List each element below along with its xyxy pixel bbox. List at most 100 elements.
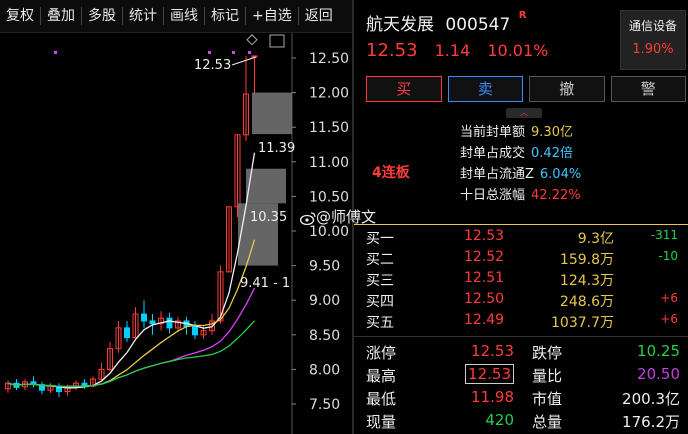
seal-row: 当前封单额 9.30亿 [460, 122, 581, 143]
kline-chart[interactable]: 12.50 12.00 11.50 11.00 10.50 10.00 9.50 9.00 8.… [0, 33, 352, 434]
signal-marker [208, 51, 211, 54]
bid-volume: 248.6万 [559, 294, 614, 310]
toolbar-mark-button[interactable]: 标记 [205, 0, 245, 32]
total-volume-value: 176.2万 [622, 413, 680, 431]
y-axis-tick-label: 11.00 [309, 155, 349, 171]
stats-divider [354, 336, 688, 337]
stock-code: 000547 [445, 15, 511, 35]
bid-volume: 159.8万 [559, 252, 614, 268]
order-book-row[interactable]: 买五 12.49 1037.7万 +6 [354, 310, 688, 331]
y-axis-tick-label: 12.00 [309, 86, 349, 102]
weibo-icon [299, 211, 316, 225]
seal-row: 封单占成交 0.42倍 [460, 143, 581, 164]
bid-price: 12.51 [464, 270, 505, 286]
current-volume-value: 420 [485, 411, 514, 429]
bid-label: 买二 [366, 252, 394, 268]
panel-toggle-icon [269, 34, 285, 48]
stats-row: 涨停 12.53 跌停 10.25 [354, 339, 688, 362]
price-row: 12.53 1.14 10.01% [366, 40, 560, 61]
collapse-toggle[interactable]: ︿ [506, 108, 542, 118]
ma30-line [7, 320, 255, 388]
seal-row: 封单占流通Z 6.04% [460, 164, 581, 185]
annotation-mid1: 11.39 [258, 141, 295, 156]
toolbar-draw-button[interactable]: 画线 [164, 0, 204, 32]
market-cap-value: 200.3亿 [622, 390, 680, 408]
sector-name: 通信设备 [628, 19, 677, 33]
y-axis-tick-label: 8.50 [309, 328, 340, 344]
candle-body [149, 320, 156, 325]
candle-body [166, 317, 173, 329]
bid-label: 买五 [366, 315, 394, 331]
chart-toolbar: 复权 叠加 多股 统计 画线 标记 +自选 返回 [0, 0, 352, 33]
order-book-row[interactable]: 买三 12.51 124.3万 [354, 268, 688, 289]
market-cap-label: 市值 [532, 390, 563, 408]
toolbar-stats-button[interactable]: 统计 [123, 0, 163, 32]
book-divider [354, 224, 688, 225]
buy-button[interactable]: 买 [366, 76, 442, 102]
range-box [246, 168, 286, 204]
order-book-row[interactable]: 买一 12.53 9.3亿 -311 [354, 226, 688, 247]
order-book-row[interactable]: 买二 12.52 159.8万 -10 [354, 247, 688, 268]
quote-stats: 涨停 12.53 跌停 10.25 最高 12.53 量比 20.50 最低 1… [354, 339, 688, 431]
chevron-up-icon: ︿ [520, 108, 528, 117]
seal-vs-float-label: 封单占流通Z [460, 167, 534, 182]
sell-button[interactable]: 卖 [447, 76, 523, 102]
y-axis-tick-label: 12.50 [309, 51, 349, 67]
order-book: 买一 12.53 9.3亿 -311 买二 12.52 159.8万 -10 买… [354, 226, 688, 331]
toolbar-multi-stock-button[interactable]: 多股 [82, 0, 122, 32]
toolbar-adjust-button[interactable]: 复权 [0, 0, 40, 32]
seal-amount-value: 9.30亿 [531, 125, 573, 140]
stats-row: 最高 12.53 量比 20.50 [354, 362, 688, 385]
bid-label: 买三 [366, 273, 394, 289]
sector-tag[interactable]: 通信设备 1.90% [620, 10, 686, 70]
current-volume-label: 现量 [366, 413, 397, 431]
annotation-high: 12.53 [194, 58, 231, 73]
toolbar-back-button[interactable]: 返回 [299, 0, 339, 32]
trade-actions: 买 卖 撤 警 [366, 76, 686, 102]
rights-flag: R [518, 10, 527, 21]
bid-change: -311 [650, 228, 678, 242]
ten-day-gain-label: 十日总涨幅 [460, 188, 526, 203]
bid-change: +6 [660, 291, 678, 305]
candle-body [141, 313, 147, 322]
seal-amount-label: 当前封单额 [460, 125, 526, 140]
cancel-order-button[interactable]: 撤 [529, 76, 605, 102]
signal-marker [232, 51, 235, 54]
toolbar-add-watchlist-button[interactable]: +自选 [246, 0, 298, 32]
kline-svg[interactable]: 12.5012.0011.5011.0010.5010.009.509.008.… [0, 33, 352, 434]
stats-row: 现量 420 总量 176.2万 [354, 408, 688, 431]
seal-vs-turnover-label: 封单占成交 [460, 146, 526, 161]
seal-vs-float-value: 6.04% [539, 167, 582, 182]
limit-down-value: 10.25 [637, 342, 680, 360]
limit-up-label: 涨停 [366, 344, 397, 362]
limit-down-label: 跌停 [532, 344, 563, 362]
high-value-wrap: 12.53 [450, 364, 514, 384]
range-box [252, 92, 292, 135]
price-change-pct: 10.01% [487, 41, 549, 60]
y-axis-tick-label: 9.50 [309, 259, 340, 275]
high-value: 12.53 [465, 364, 514, 384]
volume-ratio-value: 20.50 [637, 365, 680, 383]
annotation-low: 9.41 - 1 [240, 276, 290, 291]
signal-marker [54, 51, 57, 54]
seal-info: 当前封单额 9.30亿 封单占成交 0.42倍 封单占流通Z 6.04% 十日总涨幅 4… [460, 122, 581, 206]
bid-volume: 124.3万 [559, 273, 614, 289]
y-axis-tick-label: 8.00 [309, 362, 340, 378]
diamond-icon [246, 34, 258, 46]
bid-price: 12.50 [464, 291, 505, 307]
bid-label: 买四 [366, 294, 394, 310]
bid-volume: 1037.7万 [551, 315, 614, 331]
order-book-row[interactable]: 买四 12.50 248.6万 +6 [354, 289, 688, 310]
bid-price: 12.49 [464, 312, 505, 328]
toolbar-overlay-button[interactable]: 叠加 [41, 0, 81, 32]
y-axis-tick-label: 9.00 [309, 293, 340, 309]
stock-title: 航天发展 000547 R [366, 10, 526, 35]
y-axis-tick-label: 10.50 [309, 189, 349, 205]
bid-change: +6 [660, 312, 678, 326]
total-volume-label: 总量 [532, 413, 563, 431]
bid-price: 12.53 [464, 228, 505, 244]
sector-change: 1.90% [632, 42, 674, 57]
alert-button[interactable]: 警 [610, 76, 686, 102]
bid-label: 买一 [366, 231, 394, 247]
limit-up-value: 12.53 [471, 342, 514, 360]
